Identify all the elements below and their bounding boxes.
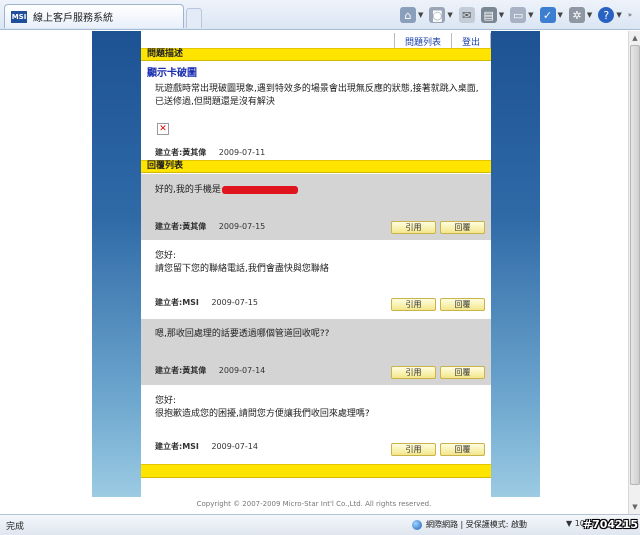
reply-button[interactable]: 回覆 [440, 366, 485, 379]
scroll-up-icon[interactable]: ▲ [630, 33, 640, 43]
security-zone[interactable]: 網際網路 | 受保護模式: 啟動 [412, 519, 527, 530]
reply-actions: 引用 回覆 [391, 443, 485, 456]
chevron-down-icon: ▼ [528, 11, 534, 19]
top-links: 問題列表 登出 [393, 33, 491, 48]
copyright-footer: Copyright © 2007-2009 Micro-Star Int'l C… [196, 500, 432, 508]
chevron-down-icon: ▼ [498, 11, 505, 19]
feeds-icon: ◙ [429, 7, 446, 23]
page-menu-button[interactable]: ▭ ▼ [510, 6, 534, 24]
chevron-down-icon: ▼ [616, 11, 622, 19]
reply-text-content: 請您留下您的聯絡電話,我們會盡快與您聯絡 [155, 264, 329, 274]
quote-button[interactable]: 引用 [391, 298, 436, 311]
reply-button[interactable]: 回覆 [440, 298, 485, 311]
reply-date: 2009-07-14 [211, 442, 258, 451]
status-bar: 完成 網際網路 | 受保護模式: 啟動 ▼ 100% ▼ #704215 [0, 514, 640, 535]
redacted-phone-number [221, 185, 298, 194]
issue-title: 顯示卡破圖 [147, 68, 197, 79]
reply-date: 2009-07-15 [218, 222, 266, 231]
reply-text-content: 好的,我的手機是 [155, 185, 221, 195]
reply-greeting: 您好: [155, 396, 177, 406]
reply-button[interactable]: 回覆 [440, 221, 485, 234]
reply-actions: 引用 回覆 [391, 366, 485, 379]
browser-tab-bar: MSI 線上客戶服務系統 ⌂ ▼ ◙ ▼ ✉ ▤ ▼ ▭ ▼ ✓ ▼ ✲ ▼ ? ▼ » [0, 0, 640, 30]
issue-date: 2009-07-11 [218, 148, 266, 157]
reply-meta: 建立者:黃其偉 2009-07-14 [155, 365, 265, 376]
home-button[interactable]: ⌂ ▼ [399, 6, 424, 24]
reply-meta: 建立者:黃其偉 2009-07-15 [155, 221, 265, 232]
bottom-bar [141, 464, 491, 478]
issue-meta: 建立者:黃其偉 2009-07-11 [155, 147, 265, 158]
print-button[interactable]: ▤ ▼ [480, 6, 505, 24]
gear-icon: ✲ [568, 7, 585, 23]
safety-menu-button[interactable]: ✓ ▼ [539, 6, 563, 24]
msi-favicon-icon: MSI [11, 10, 27, 23]
zone-text: 網際網路 | 受保護模式: 啟動 [426, 520, 528, 529]
reply-author: 建立者:黃其偉 [155, 366, 207, 375]
issue-body: 玩遊戲時常出現破圖現象,遇到特效多的場景會出現無反應的狀態,接著就跳入桌面,已送… [155, 84, 479, 107]
mail-button[interactable]: ✉ [458, 6, 475, 24]
issue-list-link[interactable]: 問題列表 [393, 33, 452, 48]
reply-author: 建立者:MSI [155, 442, 199, 451]
reply-author: 建立者:黃其偉 [155, 222, 207, 231]
reply-item: 嗯,那收回處理的話要透過哪個管道回收呢?? 建立者:黃其偉 2009-07-14… [141, 319, 491, 385]
feeds-button[interactable]: ◙ ▼ [429, 6, 453, 24]
issue-section-header: 問題描述 [141, 48, 491, 61]
print-icon: ▤ [480, 7, 497, 23]
reply-section-header: 回覆列表 [141, 160, 491, 173]
page-icon: ▭ [510, 7, 527, 23]
reply-date: 2009-07-15 [211, 298, 258, 307]
reply-actions: 引用 回覆 [391, 221, 485, 234]
toolbar-overflow-icon[interactable]: » [628, 11, 632, 19]
quote-button[interactable]: 引用 [391, 221, 436, 234]
safety-icon: ✓ [539, 7, 556, 23]
reply-text: 您好: 請您留下您的聯絡電話,我們會盡快與您聯絡 [155, 250, 329, 276]
broken-image-icon: ✕ [157, 123, 169, 135]
issue-author: 建立者:黃其偉 [155, 148, 207, 157]
watermark: #704215 [582, 518, 638, 531]
reply-item: 您好: 請您留下您的聯絡電話,我們會盡快與您聯絡 建立者:MSI 2009-07… [141, 240, 491, 319]
reply-text: 好的,我的手機是 [155, 184, 298, 197]
page-viewport: 問題列表 登出 問題描述 顯示卡破圖 玩遊戲時常出現破圖現象,遇到特效多的場景會… [0, 31, 628, 514]
tab-title: 線上客戶服務系統 [33, 13, 113, 24]
chevron-down-icon: ▼ [586, 11, 593, 19]
home-icon: ⌂ [399, 7, 416, 23]
reply-item: 好的,我的手機是 建立者:黃其偉 2009-07-15 引用 回覆 [141, 174, 491, 240]
help-button[interactable]: ? ▼ [598, 6, 622, 24]
reply-item: 您好: 很抱歉造成您的困擾,請問您方便讓我們收回來處理嗎? 建立者:MSI 20… [141, 385, 491, 463]
tools-menu-button[interactable]: ✲ ▼ [568, 6, 593, 24]
browser-tab[interactable]: MSI 線上客戶服務系統 [4, 4, 184, 28]
scroll-down-icon[interactable]: ▼ [630, 502, 640, 512]
reply-text: 您好: 很抱歉造成您的困擾,請問您方便讓我們收回來處理嗎? [155, 395, 370, 421]
reply-actions: 引用 回覆 [391, 298, 485, 311]
reply-author: 建立者:MSI [155, 298, 199, 307]
mail-icon: ✉ [458, 7, 475, 23]
reply-meta: 建立者:MSI 2009-07-14 [155, 441, 258, 452]
reply-button[interactable]: 回覆 [440, 443, 485, 456]
help-icon: ? [598, 7, 615, 23]
vertical-scrollbar[interactable]: ▲ ▼ [628, 31, 640, 514]
logout-link[interactable]: 登出 [451, 33, 491, 48]
reply-meta: 建立者:MSI 2009-07-15 [155, 297, 258, 308]
chevron-down-icon: ▼ [447, 11, 453, 19]
quote-button[interactable]: 引用 [391, 443, 436, 456]
scroll-thumb[interactable] [630, 45, 640, 485]
new-tab-button[interactable] [186, 8, 202, 28]
chevron-down-icon: ▼ [557, 11, 563, 19]
command-bar: ⌂ ▼ ◙ ▼ ✉ ▤ ▼ ▭ ▼ ✓ ▼ ✲ ▼ ? ▼ » [399, 6, 632, 24]
content-panel: 問題列表 登出 問題描述 顯示卡破圖 玩遊戲時常出現破圖現象,遇到特效多的場景會… [141, 31, 491, 497]
reply-greeting: 您好: [155, 251, 177, 261]
reply-date: 2009-07-14 [218, 366, 266, 375]
reply-text-content: 嗯,那收回處理的話要透過哪個管道回收呢?? [155, 329, 330, 339]
reply-text-content: 很抱歉造成您的困擾,請問您方便讓我們收回來處理嗎? [155, 409, 370, 419]
chevron-down-icon: ▼ [417, 11, 424, 19]
quote-button[interactable]: 引用 [391, 366, 436, 379]
status-text: 完成 [6, 522, 25, 532]
globe-icon [412, 519, 422, 530]
